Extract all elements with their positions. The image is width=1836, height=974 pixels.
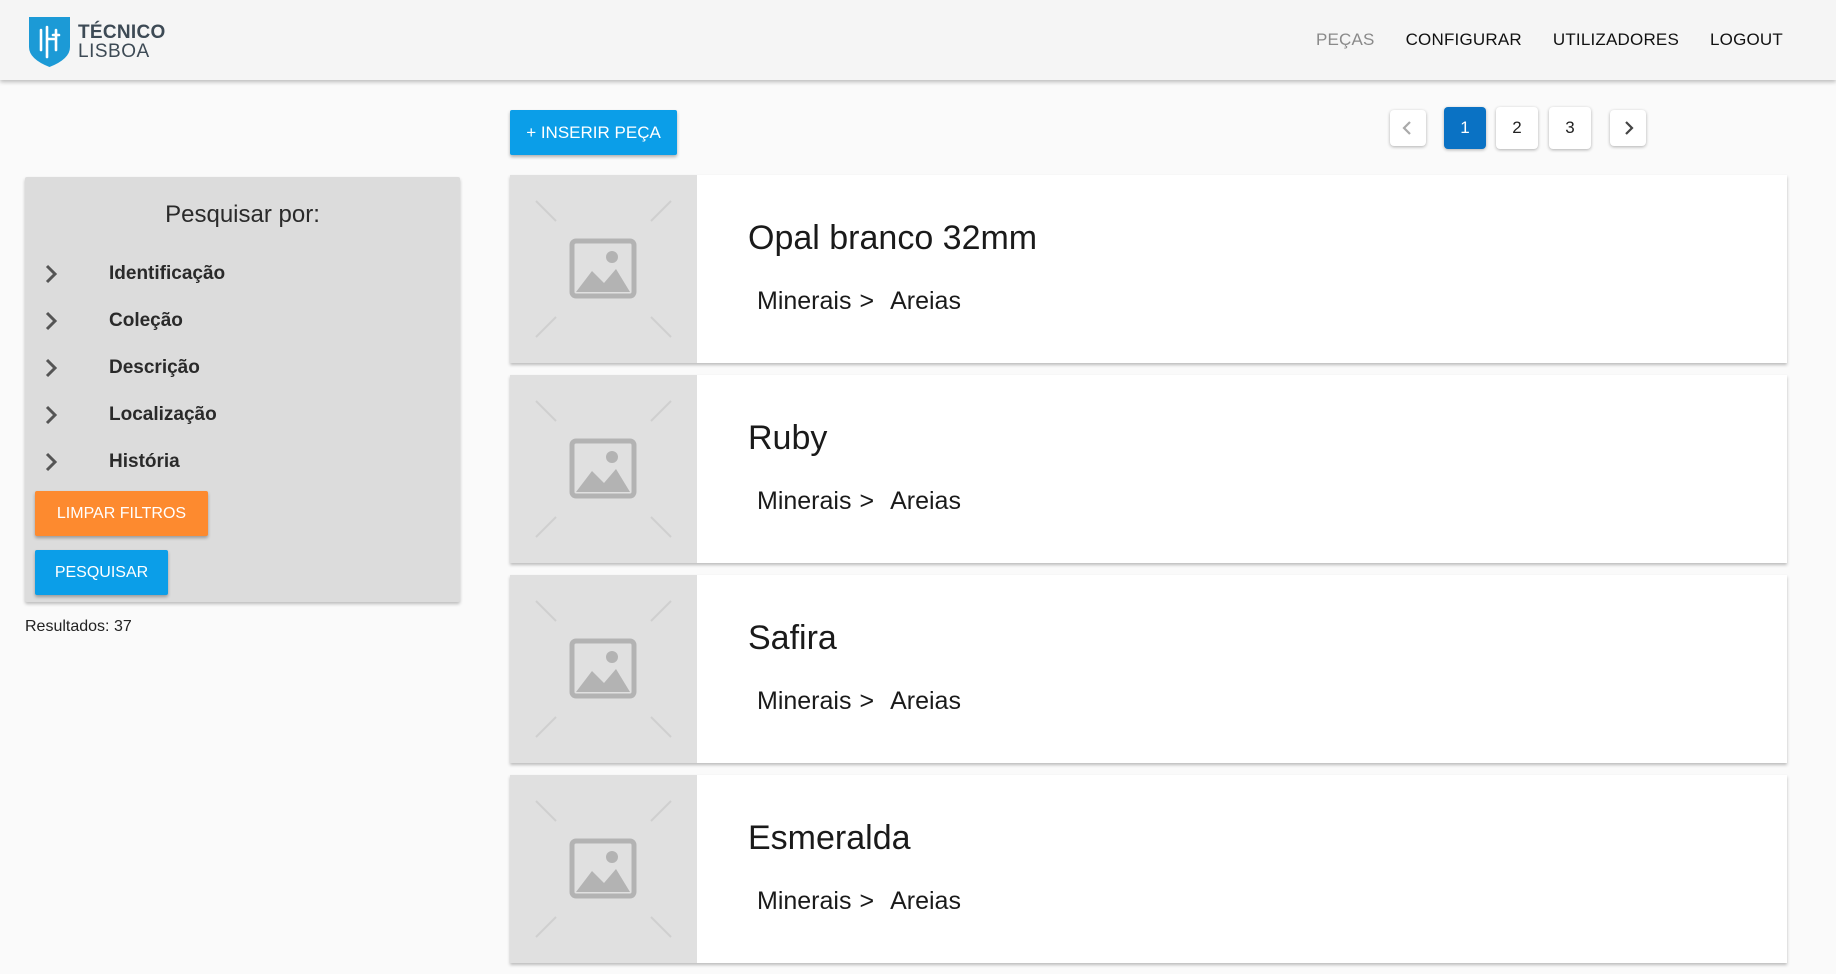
piece-name: Opal branco 32mm (748, 219, 1038, 257)
search-button[interactable]: PESQUISAR (35, 550, 168, 595)
piece-name: Safira (748, 619, 837, 657)
nav-item-utilizadores[interactable]: UTILIZADORES (1553, 30, 1679, 50)
piece-category-path: Minerais > Areias (757, 887, 961, 916)
main-nav: PEÇAS CONFIGURAR UTILIZADORES LOGOUT (1285, 0, 1783, 80)
image-placeholder-icon (510, 175, 697, 363)
piece-card[interactable]: Ruby Minerais > Areias (510, 375, 1787, 563)
chevron-right-icon (45, 264, 58, 284)
results-count: Resultados: 37 (25, 618, 132, 635)
filter-colecao[interactable]: Coleção (39, 306, 439, 336)
piece-thumbnail (510, 375, 697, 563)
piece-subcategory: Areias (890, 287, 961, 315)
piece-category-path: Minerais > Areias (757, 487, 961, 516)
page-prev-button[interactable] (1390, 110, 1426, 146)
image-placeholder-icon (510, 575, 697, 763)
category-separator: > (859, 287, 875, 315)
piece-name: Ruby (748, 419, 828, 457)
chevron-left-icon (1402, 121, 1411, 135)
piece-thumbnail (510, 775, 697, 963)
piece-card[interactable]: Safira Minerais > Areias (510, 575, 1787, 763)
clear-filters-button[interactable]: LIMPAR FILTROS (35, 491, 208, 536)
page-button-1[interactable]: 1 (1444, 107, 1486, 149)
piece-category-path: Minerais > Areias (757, 287, 961, 316)
piece-name: Esmeralda (748, 819, 911, 857)
filter-identificacao[interactable]: Identificação (39, 259, 439, 289)
search-filters-panel: Pesquisar por: Identificação Coleção Des… (25, 177, 460, 602)
piece-thumbnail (510, 175, 697, 363)
filter-historia[interactable]: História (39, 447, 439, 477)
image-placeholder-icon (510, 375, 697, 563)
nav-item-configurar[interactable]: CONFIGURAR (1406, 30, 1522, 50)
nav-item-pecas[interactable]: PEÇAS (1316, 30, 1375, 50)
piece-subcategory: Areias (890, 487, 961, 515)
filter-descricao[interactable]: Descrição (39, 353, 439, 383)
page-button-3[interactable]: 3 (1549, 107, 1591, 149)
filter-label: Coleção (109, 310, 183, 331)
chevron-right-icon (45, 452, 58, 472)
filter-label: Localização (109, 404, 217, 425)
top-navbar: TÉCNICO LISBOA PEÇAS CONFIGURAR UTILIZAD… (0, 0, 1836, 80)
filter-label: Identificação (109, 263, 226, 284)
chevron-right-icon (45, 405, 58, 425)
image-placeholder-icon (510, 775, 697, 963)
filter-localizacao[interactable]: Localização (39, 400, 439, 430)
nav-item-logout[interactable]: LOGOUT (1710, 30, 1783, 50)
filters-title: Pesquisar por: (165, 201, 320, 228)
piece-subcategory: Areias (890, 887, 961, 915)
piece-thumbnail (510, 575, 697, 763)
chevron-right-icon (45, 311, 58, 331)
insert-piece-button[interactable]: + INSERIR PEÇA (510, 110, 677, 155)
piece-category: Minerais (757, 687, 852, 715)
page-next-button[interactable] (1610, 110, 1646, 146)
piece-card[interactable]: Esmeralda Minerais > Areias (510, 775, 1787, 963)
tecnico-lisboa-logo[interactable]: TÉCNICO LISBOA (29, 17, 166, 67)
logo-line-1: TÉCNICO (78, 22, 166, 43)
piece-subcategory: Areias (890, 687, 961, 715)
piece-card[interactable]: Opal branco 32mm Minerais > Areias (510, 175, 1787, 363)
category-separator: > (859, 887, 875, 915)
piece-category: Minerais (757, 287, 852, 315)
chevron-right-icon (1625, 121, 1634, 135)
piece-category: Minerais (757, 487, 852, 515)
ist-shield-logo-icon (29, 17, 70, 67)
category-separator: > (859, 487, 875, 515)
category-separator: > (859, 687, 875, 715)
chevron-right-icon (45, 358, 58, 378)
page-button-2[interactable]: 2 (1496, 107, 1538, 149)
piece-category-path: Minerais > Areias (757, 687, 961, 716)
logo-line-2: LISBOA (78, 41, 150, 62)
filter-label: História (109, 451, 180, 472)
piece-category: Minerais (757, 887, 852, 915)
filter-label: Descrição (109, 357, 200, 378)
